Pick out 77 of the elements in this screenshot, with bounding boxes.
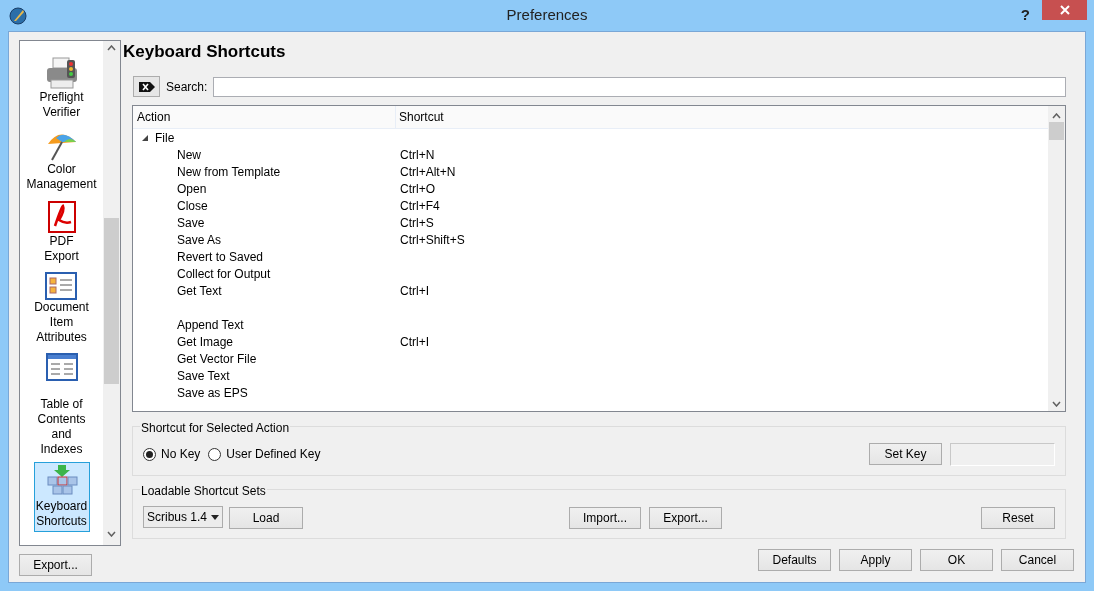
scroll-up-icon[interactable] [107,45,116,51]
key-field[interactable] [950,442,1055,466]
tree-item[interactable]: Revert to Saved [177,249,264,264]
tree-item[interactable]: Get Image [177,334,234,349]
shortcut-text: Ctrl+F4 [400,198,440,213]
shortcut-text: Ctrl+I [400,283,429,298]
scrollbar[interactable] [103,41,120,545]
tree-item[interactable]: New [177,147,201,162]
shortcut-text: Ctrl+Alt+N [400,164,456,179]
printer-icon [44,56,79,90]
export-button[interactable]: Export... [19,554,92,576]
app-logo-icon [9,6,27,25]
category-label: Preflight Verifier [39,90,84,120]
expand-arrow-icon[interactable] [141,133,149,142]
column-header[interactable]: Action [133,106,396,128]
help-button[interactable]: ? [1020,4,1030,27]
set-key-button[interactable]: Set Key [869,443,942,465]
search-label: Search: [166,78,208,96]
shortcut-text: Ctrl+I [400,334,429,349]
tree-item[interactable]: Collect for Output [177,266,271,281]
shortcut-text: Ctrl+Shift+S [400,232,465,247]
close-button[interactable] [1042,0,1087,20]
radio-label[interactable]: User Defined Key [226,445,321,463]
radio-label[interactable]: No Key [161,445,201,463]
scrollbar-thumb[interactable] [104,218,119,384]
tree-item[interactable]: Save Text [177,368,230,383]
shortcut-text: Ctrl+O [400,181,435,196]
radio-button[interactable] [208,447,222,461]
scrollbar-thumb[interactable] [1049,122,1064,140]
tree-item[interactable]: Save [177,215,205,230]
tree-item[interactable]: Save as EPS [177,385,248,400]
import-button[interactable]: Import... [569,507,641,529]
category-item[interactable]: PDF Export [33,197,90,267]
category-item[interactable]: Color Management [24,125,99,195]
category-item[interactable]: Keyboard Shortcuts [33,462,90,532]
tree-group-label[interactable]: File [155,128,175,147]
shortcut-set-dropdown[interactable]: Scribus 1.4 [143,506,223,528]
category-item[interactable]: Table of Contents and Indexes [33,350,90,460]
table-of-contents-icon [45,353,78,381]
scroll-down-icon[interactable] [1052,401,1061,407]
page-title: Keyboard Shortcuts [123,41,287,62]
reset-button[interactable]: Reset [981,507,1055,529]
category-label: Document Item Attributes [34,300,89,345]
radio-button[interactable] [143,447,156,461]
tree-item[interactable]: Save As [177,232,222,247]
scrollbar[interactable] [1048,106,1065,411]
export-button[interactable]: Export... [649,507,722,529]
category-label: PDF Export [44,234,79,264]
dropdown-arrow-icon [211,514,219,520]
scroll-up-icon[interactable] [1052,113,1061,119]
column-header[interactable]: Shortcut [396,108,444,126]
tree-item[interactable]: Get Vector File [177,351,257,366]
tree-item[interactable]: Close [177,198,208,213]
category-label: Table of Contents and Indexes [37,397,86,457]
dialog-button[interactable]: Cancel [1001,549,1074,571]
shortcut-text: Ctrl+N [400,147,435,162]
tree-item[interactable]: New from Template [177,164,281,179]
clear-search-button[interactable] [133,76,160,97]
tree-item[interactable]: Open [177,181,207,196]
dialog-button[interactable]: OK [920,549,993,571]
category-item[interactable]: Preflight Verifier [33,53,90,123]
tree-item[interactable]: Get Text [177,283,222,298]
close-icon [1059,5,1070,15]
shortcut-text: Ctrl+S [400,215,434,230]
dialog-button[interactable]: Apply [839,549,912,571]
clear-icon [137,80,156,93]
scroll-down-icon[interactable] [107,531,116,537]
pdf-icon [46,200,77,234]
load-button[interactable]: Load [229,507,303,529]
tree-item[interactable]: Append Text [177,317,244,332]
category-item[interactable]: Document Item Attributes [32,269,91,348]
search-field[interactable] [213,76,1066,97]
dialog-button[interactable]: Defaults [758,549,831,571]
window-title: Preferences [506,5,588,26]
category-label: Keyboard Shortcuts [35,499,88,529]
category-label: Color Management [26,162,97,192]
document-list-icon [45,272,78,300]
